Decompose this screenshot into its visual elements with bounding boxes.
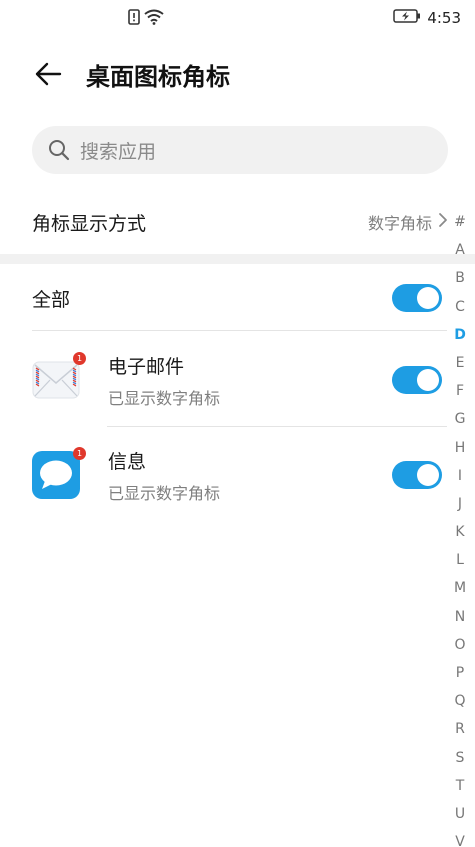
status-icons-left: [128, 9, 164, 29]
badge-style-row[interactable]: 角标显示方式 数字角标: [32, 200, 448, 244]
divider: [32, 330, 447, 331]
app-text: 电子邮件 已显示数字角标: [108, 352, 392, 409]
search-placeholder: 搜索应用: [80, 140, 157, 163]
alphabet-letter[interactable]: C: [455, 293, 465, 321]
alphabet-letter[interactable]: E: [456, 349, 465, 377]
message-icon: 1: [32, 447, 86, 499]
header: 桌面图标角标: [0, 52, 475, 102]
badge-style-value-wrap: 数字角标: [368, 210, 448, 234]
alphabet-letter[interactable]: T: [456, 772, 465, 800]
alphabet-letter[interactable]: H: [455, 434, 466, 462]
chevron-right-icon: [438, 212, 448, 232]
divider: [107, 426, 447, 427]
alphabet-letter[interactable]: O: [454, 631, 465, 659]
search-input[interactable]: 搜索应用: [32, 126, 448, 174]
alphabet-letter[interactable]: R: [455, 715, 465, 743]
page-title: 桌面图标角标: [86, 63, 230, 91]
notification-badge: 1: [73, 352, 86, 365]
all-apps-label: 全部: [32, 288, 71, 311]
email-icon: 1: [32, 352, 86, 404]
battery-charging-icon: [393, 8, 421, 27]
alphabet-letter[interactable]: #: [454, 208, 466, 236]
alphabet-letter[interactable]: S: [456, 744, 465, 772]
email-toggle[interactable]: [392, 366, 442, 394]
alphabet-index[interactable]: # A B C D E F G H I J K L M N O P Q R S T U V: [451, 208, 469, 847]
alphabet-letter[interactable]: N: [455, 603, 465, 631]
alphabet-letter[interactable]: Q: [454, 687, 465, 715]
app-text: 信息 已显示数字角标: [108, 447, 392, 504]
search-icon: [48, 139, 70, 161]
alphabet-letter[interactable]: L: [456, 546, 464, 574]
all-apps-toggle[interactable]: [392, 284, 442, 312]
back-button[interactable]: [30, 60, 66, 92]
alphabet-letter[interactable]: G: [455, 405, 466, 433]
alphabet-letter[interactable]: U: [455, 800, 465, 828]
app-name: 电子邮件: [108, 355, 185, 378]
app-status: 已显示数字角标: [108, 483, 221, 503]
status-time: 4:53: [427, 8, 461, 27]
all-apps-row: 全部: [32, 276, 442, 320]
messages-toggle[interactable]: [392, 461, 442, 489]
alphabet-letter[interactable]: V: [455, 828, 465, 847]
arrow-left-icon: [34, 62, 62, 90]
badge-style-label: 角标显示方式: [32, 212, 147, 235]
alphabet-letter[interactable]: J: [458, 490, 462, 518]
section-divider: [0, 254, 475, 264]
badge-settings-screen: 4:53 桌面图标角标 搜索应用 角标显示方式 数字角标 全部 1 电子邮件 已…: [0, 0, 475, 847]
app-status: 已显示数字角标: [108, 388, 221, 408]
sim-alert-icon: [128, 9, 140, 29]
alphabet-letter[interactable]: P: [456, 659, 464, 687]
status-bar: 4:53: [0, 0, 475, 36]
app-name: 信息: [108, 450, 147, 473]
alphabet-letter[interactable]: K: [455, 518, 464, 546]
app-row-email: 1 电子邮件 已显示数字角标: [32, 335, 442, 425]
toggle-knob: [417, 369, 439, 391]
alphabet-letter[interactable]: M: [454, 574, 466, 602]
alphabet-letter[interactable]: A: [455, 236, 465, 264]
toggle-knob: [417, 287, 439, 309]
status-icons-right: 4:53: [393, 8, 461, 27]
alphabet-letter[interactable]: D: [454, 321, 466, 349]
alphabet-letter[interactable]: F: [456, 377, 464, 405]
badge-style-value: 数字角标: [367, 214, 432, 233]
wifi-icon: [144, 9, 164, 29]
alphabet-letter[interactable]: I: [458, 462, 462, 490]
notification-badge: 1: [73, 447, 86, 460]
app-row-messages: 1 信息 已显示数字角标: [32, 430, 442, 520]
toggle-knob: [417, 464, 439, 486]
alphabet-letter[interactable]: B: [455, 264, 465, 292]
